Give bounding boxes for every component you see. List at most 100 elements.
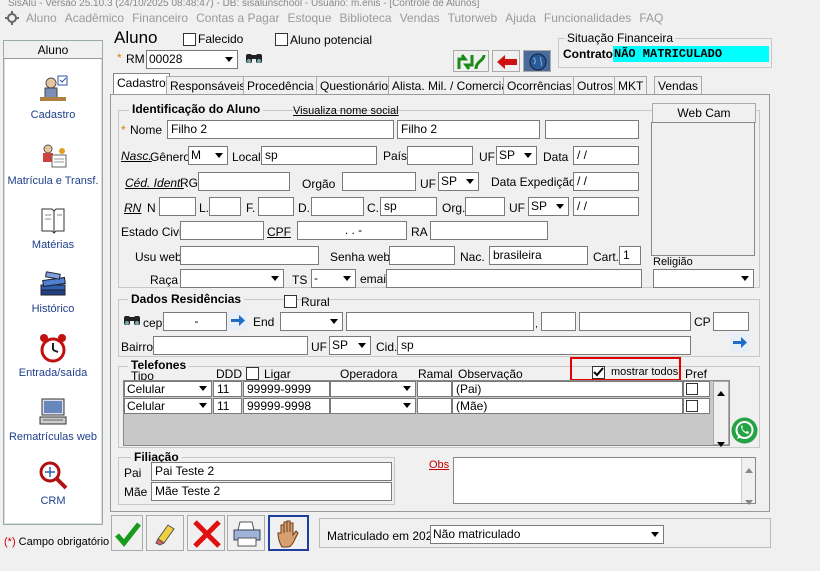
sidebar-item-crm[interactable]: CRM [4, 453, 102, 515]
ra-input[interactable] [430, 221, 548, 240]
ligar-checkbox[interactable] [246, 367, 259, 380]
rn-data-input[interactable]: / / [573, 197, 639, 216]
rn-n-input[interactable] [159, 197, 196, 216]
tab-procedencia[interactable]: Procedência [243, 76, 318, 95]
end-tipo-select[interactable] [280, 312, 343, 331]
phone-1-operadora-select[interactable] [330, 381, 416, 397]
binoculars-icon[interactable] [122, 311, 142, 329]
menu-academico[interactable]: Acadêmico [65, 11, 132, 25]
cep-search-arrow-icon[interactable] [228, 311, 247, 330]
scroll-up-icon[interactable] [745, 462, 753, 476]
sidebar-item-rematriculas[interactable]: Rematrículas web [4, 389, 102, 451]
phone-1-ramal[interactable] [417, 381, 452, 397]
tab-questionario[interactable]: Questionário [316, 76, 393, 95]
aluno-potencial-checkbox[interactable] [275, 33, 288, 46]
menu-faq[interactable]: FAQ [639, 11, 671, 25]
tab-ocorrencias[interactable]: Ocorrências [503, 76, 576, 95]
nome-2-input[interactable]: Filho 2 [397, 120, 540, 139]
confirm-button[interactable] [111, 515, 143, 551]
phone-2-tipo-select[interactable]: Celular [124, 398, 212, 414]
phone-1-pref-checkbox[interactable] [686, 383, 698, 395]
phone-2-pref-checkbox[interactable] [686, 400, 698, 412]
phone-2-obs[interactable]: (Mãe) [452, 398, 683, 414]
estado-civil-input[interactable] [180, 221, 264, 240]
scroll-down-icon[interactable] [745, 494, 753, 508]
mae-input[interactable]: Mãe Teste 2 [151, 482, 392, 501]
pai-input[interactable]: Pai Teste 2 [151, 462, 392, 481]
scroll-up-icon[interactable] [717, 385, 725, 399]
uf-select[interactable]: SP [496, 146, 537, 165]
mostrar-todos-checkbox[interactable] [592, 366, 605, 379]
data-nasc-input[interactable]: / / [573, 146, 639, 165]
uf-residencia-select[interactable]: SP [329, 336, 371, 355]
webcam-button[interactable]: Web Cam [652, 103, 756, 123]
delete-button[interactable] [187, 515, 225, 551]
menu-estoque[interactable]: Estoque [288, 11, 340, 25]
phone-1-obs[interactable]: (Pai) [452, 381, 683, 397]
menu-vendas[interactable]: Vendas [400, 11, 448, 25]
cpf-label[interactable]: CPF [267, 225, 291, 239]
rn-c-input[interactable]: sp [380, 197, 437, 216]
nome-3-input[interactable] [545, 120, 639, 139]
phone-2-ramal[interactable] [417, 398, 452, 414]
phone-2-operadora-select[interactable] [330, 398, 416, 414]
raca-select[interactable] [180, 269, 284, 288]
obs-link[interactable]: Obs [429, 459, 449, 471]
menu-aluno[interactable]: Aluno [26, 11, 65, 25]
telefones-scrollbar[interactable] [713, 381, 729, 447]
local-input[interactable]: sp [261, 146, 377, 165]
exit-button[interactable] [492, 50, 520, 72]
cp-input[interactable] [713, 312, 749, 331]
cep-input[interactable]: - [163, 312, 227, 331]
print-button[interactable] [227, 515, 265, 551]
sidebar-item-historico[interactable]: Histórico [4, 261, 102, 323]
rn-f-input[interactable] [258, 197, 294, 216]
tab-alista-mil[interactable]: Alista. Mil. / Comercial [388, 76, 515, 95]
bairro-input[interactable] [153, 336, 308, 355]
sidebar-item-entrada-saida[interactable]: Entrada/saída [4, 325, 102, 387]
rn-org-input[interactable] [465, 197, 505, 216]
numero-input[interactable] [541, 312, 576, 331]
phone-2-number[interactable]: 99999-9998 [243, 398, 330, 414]
rg-input[interactable] [198, 172, 290, 191]
nac-input[interactable]: brasileira [489, 246, 588, 265]
rn-d-input[interactable] [311, 197, 364, 216]
menu-funcionalidades[interactable]: Funcionalidades [544, 11, 639, 25]
data-expedicao-input[interactable]: / / [573, 172, 639, 191]
tab-cadastro[interactable]: Cadastro [113, 73, 170, 95]
tab-outros[interactable]: Outros [573, 76, 618, 95]
menu-ajuda[interactable]: Ajuda [505, 11, 544, 25]
matriculado-select[interactable]: Não matriculado [430, 525, 664, 544]
menu-contas-a-pagar[interactable]: Contas a Pagar [196, 11, 287, 25]
rn-l-input[interactable] [209, 197, 241, 216]
falecido-checkbox[interactable] [183, 33, 196, 46]
senha-web-input[interactable] [389, 246, 455, 265]
obs-textarea[interactable] [453, 457, 756, 505]
visualiza-nome-social-link[interactable]: Visualiza nome social [293, 105, 399, 117]
clear-button[interactable] [146, 515, 184, 551]
cart-input[interactable]: 1 [619, 246, 641, 265]
whatsapp-icon[interactable] [731, 417, 758, 444]
sidebar-header[interactable]: Aluno [4, 41, 102, 59]
nome-input[interactable]: Filho 2 [167, 120, 394, 139]
menu-tutorweb[interactable]: Tutorweb [448, 11, 506, 25]
uf-rg-select[interactable]: SP [438, 172, 479, 191]
scroll-down-icon[interactable] [717, 436, 725, 450]
uf-rn-select[interactable]: SP [528, 197, 569, 216]
phone-1-tipo-select[interactable]: Celular [124, 381, 212, 397]
obs-scrollbar[interactable] [741, 458, 755, 505]
rm-select[interactable]: 00028 [146, 50, 238, 69]
email-input[interactable] [386, 269, 642, 288]
cpf-input[interactable]: . . - [297, 221, 407, 240]
phone-1-number[interactable]: 99999-9999 [243, 381, 330, 397]
pais-input[interactable] [407, 146, 473, 165]
tab-vendas[interactable]: Vendas [654, 76, 703, 95]
ts-select[interactable]: - [311, 269, 356, 288]
complemento-input[interactable] [579, 312, 691, 331]
tab-responsaveis[interactable]: Responsáveis [166, 76, 250, 95]
menu-biblioteca[interactable]: Biblioteca [340, 11, 400, 25]
rural-checkbox[interactable] [284, 295, 297, 308]
religiao-select[interactable] [653, 269, 754, 288]
address-go-arrow-icon[interactable] [730, 333, 749, 352]
sidebar-item-materias[interactable]: Matérias [4, 197, 102, 259]
